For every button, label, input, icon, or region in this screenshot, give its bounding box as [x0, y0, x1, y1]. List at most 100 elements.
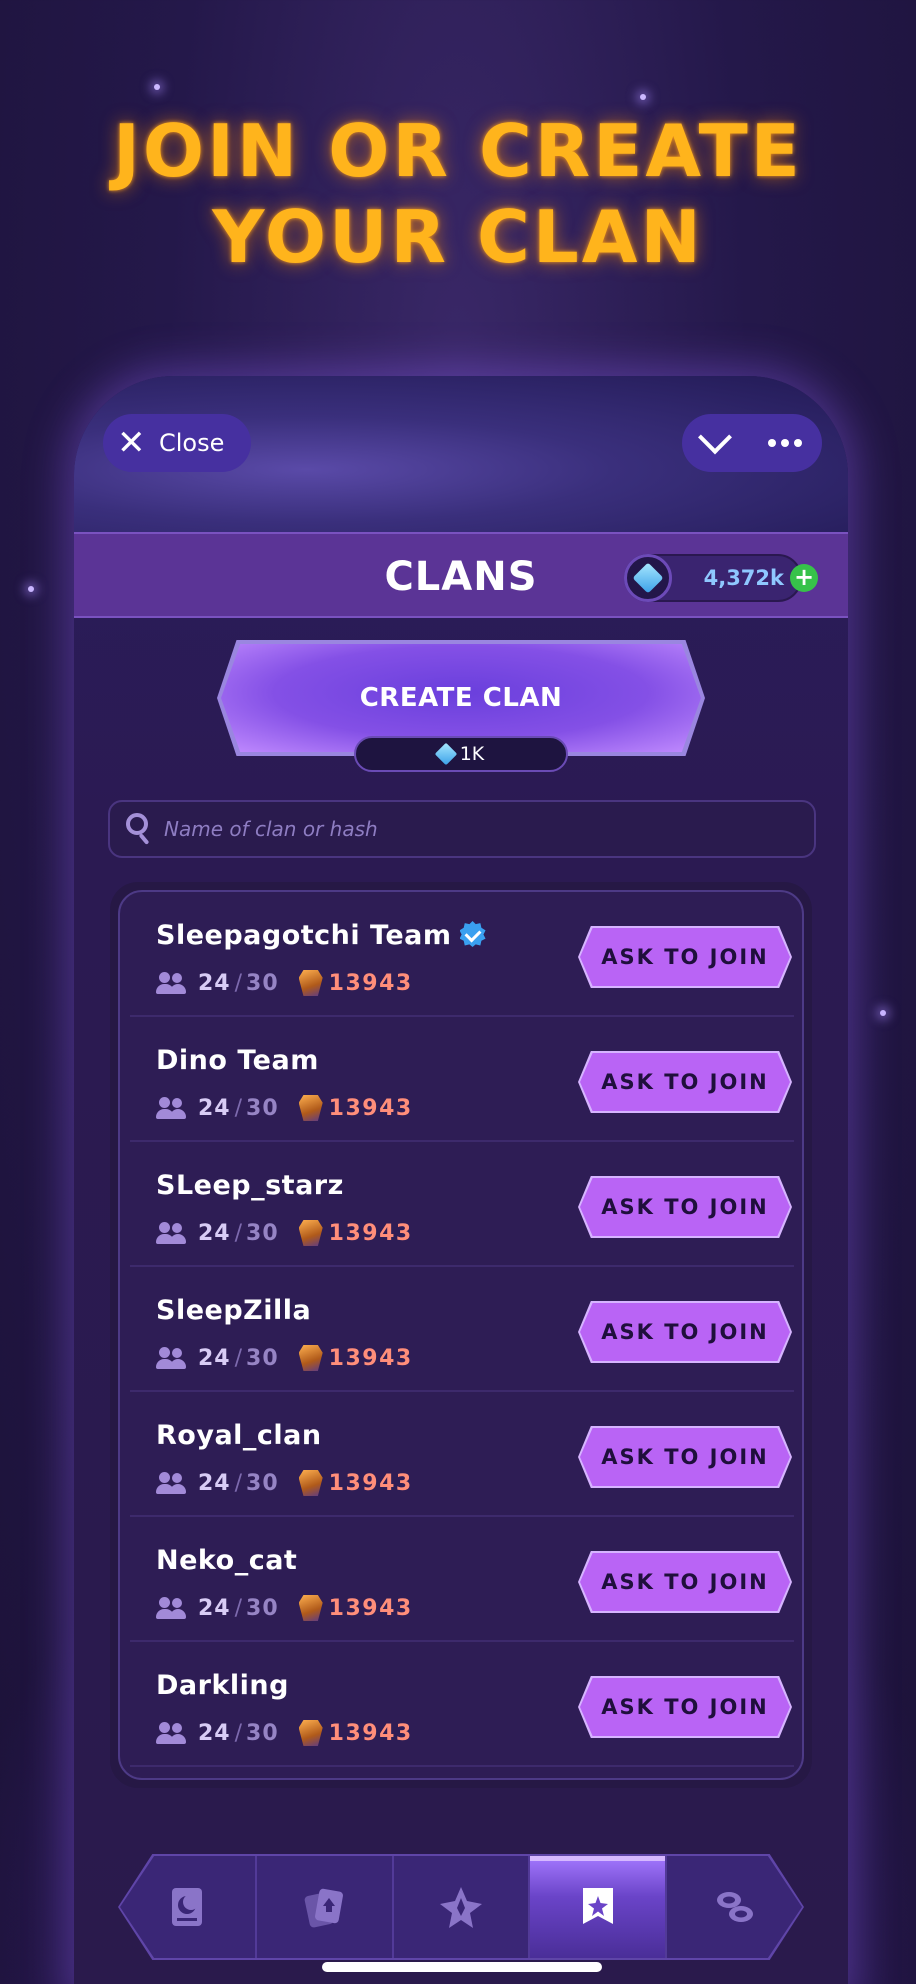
ask-to-join-button-frame: ASK TO JOIN — [578, 1676, 792, 1738]
ask-to-join-button-frame: ASK TO JOIN — [578, 926, 792, 988]
members-icon — [156, 1097, 186, 1119]
clan-row: SleepZilla 24/30 13943 ASK TO JOIN — [130, 1267, 794, 1392]
ask-to-join-button[interactable]: ASK TO JOIN — [580, 1178, 790, 1236]
clan-score-icon — [298, 1470, 323, 1496]
clan-name: SLeep_starz — [156, 1170, 344, 1201]
clan-name: Royal_clan — [156, 1420, 322, 1451]
background-star — [28, 586, 34, 592]
member-separator: / — [234, 1720, 243, 1746]
ask-to-join-button[interactable]: ASK TO JOIN — [580, 928, 790, 986]
member-count: 24 — [198, 970, 231, 996]
clan-name-label: Royal_clan — [156, 1420, 322, 1451]
search-input[interactable] — [164, 817, 784, 841]
clan-score-icon — [298, 1595, 323, 1621]
clan-name-label: Sleepagotchi Team — [156, 920, 452, 951]
clan-score: 13943 — [328, 1220, 413, 1246]
close-button[interactable]: ✕ Close — [103, 414, 251, 472]
ask-to-join-button-frame: ASK TO JOIN — [578, 1176, 792, 1238]
clan-stats: 24/30 13943 — [156, 1095, 413, 1121]
chevron-down-icon[interactable] — [697, 420, 732, 455]
clan-stats: 24/30 13943 — [156, 1470, 413, 1496]
clan-stats: 24/30 13943 — [156, 1220, 413, 1246]
ask-to-join-button[interactable]: ASK TO JOIN — [580, 1053, 790, 1111]
member-separator: / — [234, 1345, 243, 1371]
create-clan-cost: 1K — [354, 736, 568, 772]
member-separator: / — [234, 970, 243, 996]
close-icon: ✕ — [117, 423, 146, 463]
headline-line-2: YOUR CLAN — [212, 195, 704, 279]
clan-name-label: Dino Team — [156, 1045, 319, 1076]
clan-list[interactable]: Sleepagotchi Team 24/30 13943 ASK TO JOIN Di… — [118, 890, 804, 1780]
clan-stats: 24/30 13943 — [156, 1595, 413, 1621]
crystal-star-icon — [439, 1887, 482, 1928]
ask-to-join-button[interactable]: ASK TO JOIN — [580, 1553, 790, 1611]
clan-score-icon — [298, 1095, 323, 1121]
clan-stats: 24/30 13943 — [156, 970, 413, 996]
moon-card-icon — [172, 1888, 203, 1926]
headline-line-1: JOIN OR CREATE — [113, 109, 803, 193]
add-gems-button[interactable]: + — [790, 564, 818, 592]
member-separator: / — [234, 1220, 243, 1246]
clan-score: 13943 — [328, 1345, 413, 1371]
bottom-nav — [118, 1854, 804, 1960]
member-separator: / — [234, 1595, 243, 1621]
member-count: 24 — [198, 1470, 231, 1496]
member-separator: / — [234, 1470, 243, 1496]
clan-name: Neko_cat — [156, 1545, 297, 1576]
clan-list-frame: Sleepagotchi Team 24/30 13943 ASK TO JOIN Di… — [110, 882, 812, 1788]
create-clan-label: CREATE CLAN — [359, 683, 563, 713]
ask-to-join-button[interactable]: ASK TO JOIN — [580, 1678, 790, 1736]
members-icon — [156, 1597, 186, 1619]
clan-score: 13943 — [328, 1095, 413, 1121]
ask-to-join-label: ASK TO JOIN — [601, 1070, 769, 1094]
ask-to-join-button-frame: ASK TO JOIN — [578, 1301, 792, 1363]
verified-badge-icon — [459, 921, 486, 947]
member-max: 30 — [246, 1595, 279, 1621]
tab-cards[interactable] — [257, 1856, 394, 1958]
member-count: 24 — [198, 1345, 231, 1371]
member-count: 24 — [198, 1720, 231, 1746]
ask-to-join-label: ASK TO JOIN — [601, 1195, 769, 1219]
background-star — [880, 1010, 886, 1016]
clan-score-icon — [298, 1345, 323, 1371]
clan-name: SleepZilla — [156, 1295, 311, 1326]
gem-icon — [624, 554, 672, 602]
promo-headline: JOIN OR CREATE YOUR CLAN — [0, 108, 916, 280]
background-star — [640, 94, 646, 100]
window-menu — [682, 414, 822, 472]
clan-name: Sleepagotchi Team — [156, 920, 486, 951]
members-icon — [156, 1722, 186, 1744]
cost-value: 1K — [459, 743, 485, 765]
member-max: 30 — [246, 1095, 279, 1121]
ask-to-join-button-frame: ASK TO JOIN — [578, 1426, 792, 1488]
member-separator: / — [234, 1095, 243, 1121]
member-max: 30 — [246, 1470, 279, 1496]
tab-clans[interactable] — [530, 1856, 668, 1958]
tab-shop[interactable] — [667, 1856, 802, 1958]
clan-score-icon — [298, 1720, 323, 1746]
clan-row: Royal_clan 24/30 13943 ASK TO JOIN — [130, 1392, 794, 1517]
clan-name-label: Darkling — [156, 1670, 289, 1701]
clan-score: 13943 — [328, 1470, 413, 1496]
close-label: Close — [159, 429, 225, 457]
ask-to-join-button[interactable]: ASK TO JOIN — [580, 1428, 790, 1486]
home-indicator[interactable] — [322, 1962, 602, 1972]
tab-sleep[interactable] — [120, 1856, 257, 1958]
members-icon — [156, 972, 186, 994]
clan-row: Sleepagotchi Team 24/30 13943 ASK TO JOIN — [130, 892, 794, 1017]
member-max: 30 — [246, 1720, 279, 1746]
ask-to-join-button[interactable]: ASK TO JOIN — [580, 1303, 790, 1361]
clan-stats: 24/30 13943 — [156, 1345, 413, 1371]
tab-summon[interactable] — [394, 1856, 531, 1958]
phone-frame: ✕ Close CLANS 4,372k + CREATE CLAN 1K Sl… — [74, 376, 848, 1984]
card-stack-icon — [304, 1888, 344, 1928]
background-star — [154, 84, 160, 90]
ask-to-join-label: ASK TO JOIN — [601, 1570, 769, 1594]
ask-to-join-button-frame: ASK TO JOIN — [578, 1551, 792, 1613]
more-options-icon[interactable] — [767, 439, 802, 447]
gem-balance-value: 4,372k — [703, 566, 784, 590]
clan-score-icon — [298, 1220, 323, 1246]
clan-row: Darkling 24/30 13943 ASK TO JOIN — [130, 1642, 794, 1767]
clans-header: CLANS 4,372k + — [74, 532, 848, 618]
clan-stats: 24/30 13943 — [156, 1720, 413, 1746]
